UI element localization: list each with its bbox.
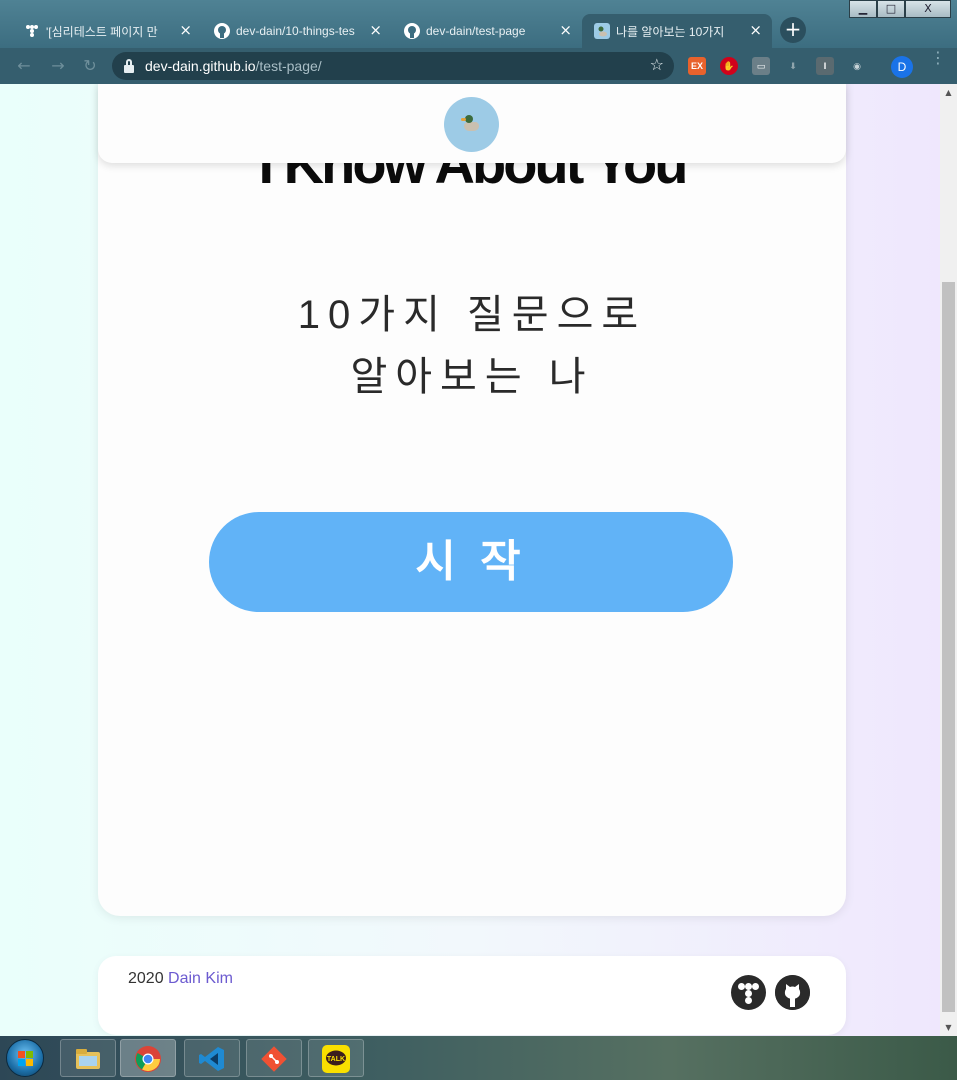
- tab-label: dev-dain/test-page: [426, 24, 526, 38]
- main-card: I Know About You 10가지 질문으로 알아보는 나 시 작: [98, 84, 846, 916]
- tab-active-test[interactable]: 나를 알아보는 10가지 ×: [582, 14, 772, 48]
- tab-github-10-things[interactable]: dev-dain/10-things-tes ×: [202, 14, 392, 48]
- close-window-button[interactable]: X: [905, 0, 951, 18]
- taskbar-file-explorer-icon[interactable]: [60, 1039, 116, 1077]
- extension-stop-icon[interactable]: ✋: [720, 57, 738, 75]
- browser-toolbar: ← → ↻ dev-dain.github.io/test-page/ ☆ EX…: [0, 48, 957, 84]
- window-titlebar: ▁ □ X '[심리테스트 페이지 만 × dev-dain/10-things…: [0, 0, 957, 48]
- github-favicon-icon: [404, 23, 420, 39]
- tab-label: dev-dain/10-things-tes: [236, 24, 355, 38]
- extension-screen-icon[interactable]: ▭: [752, 57, 770, 75]
- back-arrow-icon[interactable]: ←: [14, 56, 34, 76]
- new-tab-button[interactable]: +: [780, 17, 806, 43]
- github-icon[interactable]: [775, 975, 810, 1010]
- tab-close-icon[interactable]: ×: [369, 21, 382, 39]
- minimize-button[interactable]: ▁: [849, 0, 877, 18]
- browser-menu-icon[interactable]: ⋮: [930, 51, 946, 67]
- tab-strip: '[심리테스트 페이지 만 × dev-dain/10-things-tes ×…: [12, 14, 806, 48]
- duck-favicon-icon: [594, 23, 610, 39]
- page-footer: 2020 Dain Kim: [98, 956, 846, 1035]
- tumblbug-icon[interactable]: [731, 975, 766, 1010]
- tumblbug-favicon-icon: [24, 23, 40, 39]
- page-viewport: I Know About You 10가지 질문으로 알아보는 나 시 작 20…: [0, 84, 940, 1036]
- taskbar-kakaotalk-icon[interactable]: TALK: [308, 1039, 364, 1077]
- extension-camera-icon[interactable]: ◉: [848, 57, 866, 75]
- footer-year: 2020: [128, 970, 164, 987]
- tab-label: '[심리테스트 페이지 만: [46, 24, 158, 39]
- profile-avatar[interactable]: D: [891, 56, 913, 78]
- taskbar-vscode-icon[interactable]: [184, 1039, 240, 1077]
- vertical-scrollbar[interactable]: ▲ ▼: [940, 84, 957, 1036]
- duck-logo-icon[interactable]: [444, 97, 499, 152]
- scroll-down-arrow-icon[interactable]: ▼: [940, 1019, 957, 1036]
- page-subtitle: 10가지 질문으로 알아보는 나: [98, 284, 846, 408]
- tab-close-icon[interactable]: ×: [559, 21, 572, 39]
- start-button[interactable]: 시 작: [209, 512, 733, 612]
- tab-close-icon[interactable]: ×: [749, 21, 762, 39]
- window-controls: ▁ □ X: [849, 0, 951, 18]
- taskbar-chrome-icon[interactable]: [120, 1039, 176, 1077]
- reload-icon[interactable]: ↻: [80, 56, 100, 76]
- tab-close-icon[interactable]: ×: [179, 21, 192, 39]
- tab-tumblbug[interactable]: '[심리테스트 페이지 만 ×: [12, 14, 202, 48]
- kakaotalk-label: TALK: [327, 1056, 345, 1063]
- extension-i-icon[interactable]: I: [816, 57, 834, 75]
- url-path: /test-page/: [255, 58, 322, 74]
- address-bar[interactable]: dev-dain.github.io/test-page/ ☆: [112, 52, 674, 80]
- url-text[interactable]: dev-dain.github.io/test-page/: [145, 58, 322, 74]
- scroll-up-arrow-icon[interactable]: ▲: [940, 84, 957, 101]
- url-host: dev-dain.github.io: [145, 58, 256, 74]
- forward-arrow-icon[interactable]: →: [48, 56, 68, 76]
- subtitle-line-2: 알아보는 나: [350, 355, 594, 399]
- scrollbar-thumb[interactable]: [942, 282, 955, 1012]
- github-favicon-icon: [214, 23, 230, 39]
- subtitle-line-1: 10가지 질문으로: [297, 293, 647, 337]
- lock-icon[interactable]: [124, 59, 134, 73]
- footer-copyright: 2020 Dain Kim: [128, 970, 233, 988]
- extension-ex-icon[interactable]: EX: [688, 57, 706, 75]
- page-header: [98, 84, 846, 163]
- tab-github-test-page[interactable]: dev-dain/test-page ×: [392, 14, 582, 48]
- extension-download-icon[interactable]: ⬇: [784, 57, 802, 75]
- taskbar-git-icon[interactable]: [246, 1039, 302, 1077]
- bookmark-star-icon[interactable]: ☆: [650, 55, 664, 74]
- start-button-icon[interactable]: [6, 1039, 44, 1077]
- windows-taskbar: TALK: [0, 1036, 957, 1080]
- tab-label: 나를 알아보는 10가지: [616, 24, 725, 39]
- maximize-button[interactable]: □: [877, 0, 905, 18]
- author-link[interactable]: Dain Kim: [168, 970, 233, 987]
